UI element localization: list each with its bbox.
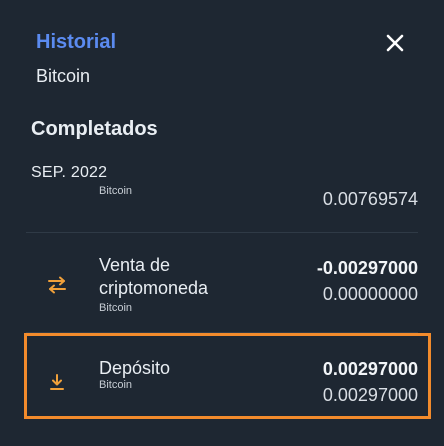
close-icon (386, 34, 404, 52)
transaction-name: Depósito (99, 358, 171, 378)
page-subtitle: Bitcoin (36, 66, 91, 86)
transaction-currency: Bitcoin (99, 186, 133, 197)
month-label: SEP. 2022 (31, 164, 108, 181)
transaction-balance: 0.00297000 (322, 385, 418, 405)
section-title: Completados (31, 118, 158, 140)
swap-arrows-icon (46, 274, 68, 296)
transaction-row[interactable]: Depósito Bitcoin 0.00297000 0.00297000 (26, 357, 418, 417)
transaction-list[interactable]: Bitcoin 0.00769574 Venta de criptomoneda… (0, 186, 444, 446)
page-title: Historial (36, 31, 117, 53)
transaction-name: Venta de criptomoneda (99, 255, 209, 298)
transaction-amount: -0.00297000 (316, 258, 418, 278)
transaction-row[interactable]: Bitcoin 0.00769574 (26, 186, 418, 232)
close-button[interactable] (380, 28, 410, 58)
divider (26, 232, 418, 233)
download-icon (46, 371, 68, 393)
transaction-balance: 0.00769574 (322, 189, 418, 209)
transaction-balance: 0.00000000 (322, 284, 418, 304)
transaction-currency: Bitcoin (99, 379, 133, 391)
transaction-row[interactable]: Venta de criptomoneda Bitcoin -0.0029700… (26, 254, 418, 316)
transaction-currency: Bitcoin (99, 302, 133, 314)
divider (26, 332, 418, 333)
transaction-amount: 0.00297000 (322, 359, 418, 379)
arrow-up-icon (46, 186, 68, 188)
history-screen: Historial Bitcoin Completados SEP. 2022 … (0, 0, 444, 446)
